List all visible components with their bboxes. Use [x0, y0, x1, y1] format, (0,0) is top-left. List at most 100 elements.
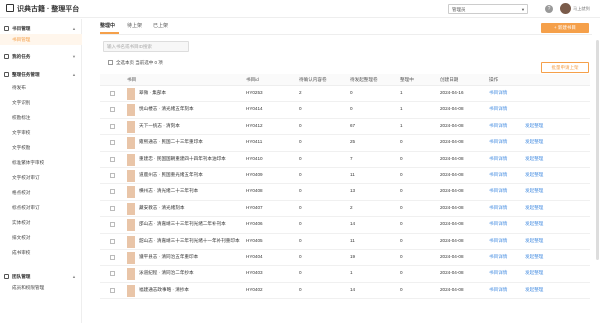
select-all[interactable]: 全选本页 当前选中 0 项 [108, 60, 163, 66]
table-row: 韶山志 · 清嘉靖三十三年刊光绪十一年补刊重印本 HY0405 0 11 0 2024-0… [100, 234, 590, 250]
start-organize-link[interactable]: 发起整理 [525, 270, 543, 276]
book-detail-link[interactable]: 书目详情 [489, 139, 507, 145]
table-row: 雍熙通志 · 民国二十三年重印本 HY0411 0 25 0 2024-04-08 书目详情… [100, 135, 590, 152]
in-progress-count: 0 [400, 155, 403, 161]
table-row: 福建通志政事略 · 清抄本 HY0402 0 14 0 2024-04-08 书目详情 发起整… [100, 283, 590, 300]
tab-pending-shelf[interactable]: 待上架 [127, 22, 142, 29]
book-detail-link[interactable]: 书目详情 [489, 287, 507, 293]
book-detail-link[interactable]: 书目详情 [489, 205, 507, 211]
pending-confirm-count: 0 [299, 122, 302, 128]
sidebar-item[interactable]: 待发布 [0, 80, 82, 95]
sidebar-item[interactable]: 成书审校 [0, 245, 82, 260]
top-bar: 识典古籍 · 整理平台 管理员 ▼ ? 马上就到 [0, 0, 600, 18]
book-table: 书目 书目id 待确认内容卷 待发起整理卷 整理中 创建日期 操作 翠微 · 集… [100, 74, 590, 300]
book-title: 道鹿州志 · 民国重光绪五年刊本 [139, 171, 203, 177]
row-checkbox[interactable] [110, 156, 115, 162]
in-progress-count: 0 [400, 139, 403, 145]
book-detail-link[interactable]: 书目详情 [489, 90, 507, 96]
book-detail-link[interactable]: 书目详情 [489, 106, 507, 112]
sidebar-group-label: 书目管理 [12, 26, 31, 31]
book-detail-link[interactable]: 书目详情 [489, 254, 507, 260]
book-cover-thumbnail [127, 268, 135, 281]
book-detail-link[interactable]: 书目详情 [489, 221, 507, 227]
start-organize-link[interactable]: 发起整理 [525, 139, 543, 145]
start-organize-link[interactable]: 发起整理 [525, 221, 543, 227]
book-detail-link[interactable]: 书目详情 [489, 156, 507, 162]
book-title: 韶山志 · 清嘉靖三十三年刊光绪十一年补刊重印本 [139, 237, 240, 243]
row-checkbox[interactable] [110, 107, 115, 113]
sidebar-item[interactable]: 校勘标注 [0, 110, 82, 125]
pending-start-count: 14 [350, 221, 356, 227]
start-organize-link[interactable]: 发起整理 [525, 238, 543, 244]
scrollbar[interactable] [596, 40, 599, 260]
start-organize-link[interactable]: 发起整理 [525, 156, 543, 162]
book-detail-link[interactable]: 书目详情 [489, 123, 507, 129]
row-checkbox[interactable] [110, 238, 115, 244]
row-checkbox[interactable] [110, 287, 115, 293]
sidebar-item[interactable]: 成员和权限管理 [0, 282, 82, 293]
sidebar-group-header[interactable]: 书目管理 ▲ [0, 23, 82, 34]
book-detail-link[interactable]: 书目详情 [489, 238, 507, 244]
sidebar-item[interactable]: 文字校对审订 [0, 170, 82, 185]
sidebar-group-task-management: 整理任务管理 ▲ 待发布 文字识别 校勘标注 文字审校 文字校勘 标准繁体字审校 文字校对审订格… [0, 69, 82, 260]
table-row: 翠微 · 集部本 HY0253 2 0 1 2024-04-16 书目详情 [100, 86, 590, 103]
sidebar-group-header[interactable]: 整理任务管理 ▲ [0, 69, 82, 80]
row-checkbox[interactable] [110, 123, 115, 129]
sidebar-item[interactable]: 标准繁体字审校 [0, 155, 82, 170]
row-checkbox[interactable] [110, 205, 115, 211]
start-organize-link[interactable]: 发起整理 [525, 188, 543, 194]
tab-on-shelf[interactable]: 已上架 [153, 22, 168, 29]
role-select[interactable]: 管理员 ▼ [448, 4, 528, 14]
sidebar-item[interactable]: 排文校对 [0, 230, 82, 245]
pending-confirm-count: 0 [299, 237, 302, 243]
col-header-id: 书目id [246, 77, 259, 82]
search-input[interactable]: 输入书名或书目ID搜索 [103, 41, 189, 52]
row-checkbox[interactable] [110, 271, 115, 277]
help-icon[interactable]: ? [545, 5, 553, 13]
sidebar-item[interactable]: 格点校对 [0, 185, 82, 200]
sidebar-item[interactable]: 文字校勘 [0, 140, 82, 155]
start-organize-link[interactable]: 发起整理 [525, 205, 543, 211]
tab-in-progress[interactable]: 整理中 [100, 22, 115, 29]
book-id: HY0406 [246, 221, 263, 227]
sidebar-item[interactable]: 文字审校 [0, 125, 82, 140]
select-all-checkbox[interactable] [108, 60, 113, 65]
sidebar-group-label: 团队管理 [12, 274, 31, 279]
row-checkbox[interactable] [110, 254, 115, 260]
batch-apply-button[interactable]: 批量申请上架 [541, 62, 589, 73]
avatar[interactable] [560, 3, 571, 14]
sidebar-group-header[interactable]: 团队管理 ▲ [0, 271, 82, 282]
username[interactable]: 马上就到 [573, 6, 590, 12]
sidebar-item[interactable]: 书目管理 [0, 34, 82, 45]
new-book-button[interactable]: + 新建书目 [541, 23, 589, 33]
row-checkbox[interactable] [110, 172, 115, 178]
row-checkbox[interactable] [110, 140, 115, 146]
start-organize-link[interactable]: 发起整理 [525, 287, 543, 293]
row-checkbox[interactable] [110, 91, 115, 96]
book-cover-thumbnail [127, 202, 135, 215]
sidebar-group-header[interactable]: 我的任务 ▼ [0, 51, 82, 62]
created-date: 2024-04-08 [440, 286, 464, 292]
book-title: 悦山楼志 · 清光绪五年刻本 [139, 106, 194, 112]
row-checkbox[interactable] [110, 222, 115, 228]
pending-start-count: 19 [350, 253, 356, 259]
sidebar-item[interactable]: 实体校对 [0, 215, 82, 230]
pending-start-count: 25 [350, 139, 356, 145]
start-organize-link[interactable]: 发起整理 [525, 123, 543, 129]
book-cover-thumbnail [127, 219, 135, 232]
pending-start-count: 13 [350, 188, 356, 194]
book-detail-link[interactable]: 书目详情 [489, 188, 507, 194]
sidebar-item[interactable]: 文字识别 [0, 95, 82, 110]
book-id: HY0407 [246, 204, 263, 210]
col-header-pending-confirm: 待确认内容卷 [299, 77, 327, 82]
book-detail-link[interactable]: 书目详情 [489, 172, 507, 178]
app-logo[interactable]: 识典古籍 · 整理平台 [6, 4, 79, 14]
in-progress-count: 0 [400, 286, 403, 292]
start-organize-link[interactable]: 发起整理 [525, 254, 543, 260]
book-id: HY0412 [246, 122, 263, 128]
start-organize-link[interactable]: 发起整理 [525, 172, 543, 178]
pending-confirm-count: 2 [299, 90, 302, 95]
sidebar-item[interactable]: 标点校对审订 [0, 200, 82, 215]
book-detail-link[interactable]: 书目详情 [489, 270, 507, 276]
row-checkbox[interactable] [110, 189, 115, 195]
